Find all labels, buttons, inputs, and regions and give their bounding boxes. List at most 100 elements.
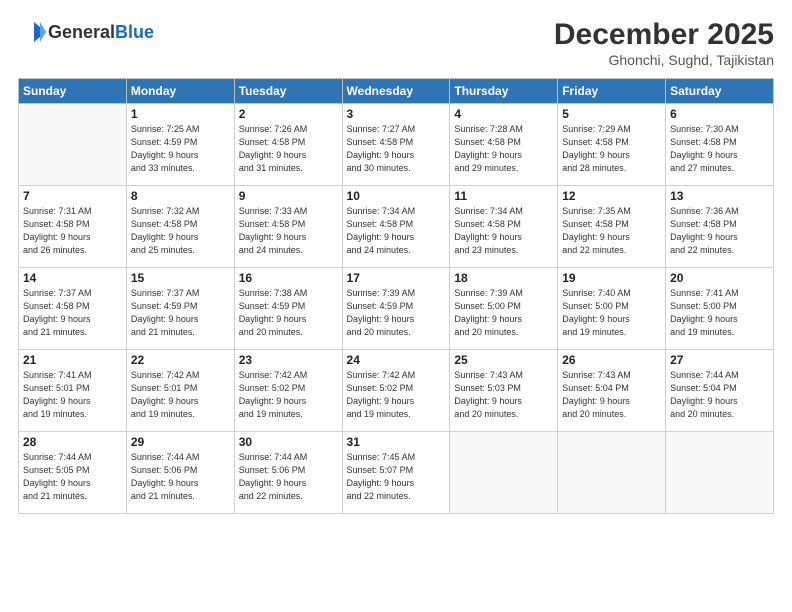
day-number: 7	[23, 189, 122, 203]
day-number: 1	[131, 107, 230, 121]
day-info: Sunrise: 7:31 AMSunset: 4:58 PMDaylight:…	[23, 205, 122, 257]
calendar-cell: 18 Sunrise: 7:39 AMSunset: 5:00 PMDayligh…	[450, 268, 558, 350]
calendar-cell: 14 Sunrise: 7:37 AMSunset: 4:58 PMDayligh…	[19, 268, 127, 350]
weekday-header-friday: Friday	[558, 79, 666, 104]
day-info: Sunrise: 7:35 AMSunset: 4:58 PMDaylight:…	[562, 205, 661, 257]
calendar-cell	[666, 432, 774, 514]
day-number: 28	[23, 435, 122, 449]
day-number: 25	[454, 353, 553, 367]
day-number: 2	[239, 107, 338, 121]
calendar-cell: 10 Sunrise: 7:34 AMSunset: 4:58 PMDayligh…	[342, 186, 450, 268]
calendar-cell: 22Sunrise: 7:42 AMSunset: 5:01 PMDayligh…	[126, 350, 234, 432]
day-info: Sunrise: 7:45 AMSunset: 5:07 PMDaylight:…	[347, 451, 446, 503]
day-number: 11	[454, 189, 553, 203]
day-info: Sunrise: 7:38 AMSunset: 4:59 PMDaylight:…	[239, 287, 338, 339]
calendar-week-row: 7 Sunrise: 7:31 AMSunset: 4:58 PMDaylight…	[19, 186, 774, 268]
calendar-cell: 21 Sunrise: 7:41 AMSunset: 5:01 PMDayligh…	[19, 350, 127, 432]
day-info: Sunrise: 7:34 AMSunset: 4:58 PMDaylight:…	[454, 205, 553, 257]
day-info: Sunrise: 7:30 AMSunset: 4:58 PMDaylight:…	[670, 123, 769, 175]
day-info: Sunrise: 7:41 AMSunset: 5:01 PMDaylight:…	[23, 369, 122, 421]
day-info: Sunrise: 7:44 AMSunset: 5:06 PMDaylight:…	[131, 451, 230, 503]
day-info: Sunrise: 7:27 AMSunset: 4:58 PMDaylight:…	[347, 123, 446, 175]
day-number: 14	[23, 271, 122, 285]
day-info: Sunrise: 7:34 AMSunset: 4:58 PMDaylight:…	[347, 205, 446, 257]
header: GeneralBlue December 2025 Ghonchi, Sughd…	[18, 18, 774, 68]
calendar-cell	[450, 432, 558, 514]
calendar-cell: 25 Sunrise: 7:43 AMSunset: 5:03 PMDayligh…	[450, 350, 558, 432]
calendar-cell: 23Sunrise: 7:42 AMSunset: 5:02 PMDayligh…	[234, 350, 342, 432]
calendar-cell: 1 Sunrise: 7:25 AMSunset: 4:59 PMDaylight…	[126, 104, 234, 186]
day-number: 31	[347, 435, 446, 449]
calendar-cell: 8Sunrise: 7:32 AMSunset: 4:58 PMDaylight…	[126, 186, 234, 268]
day-number: 16	[239, 271, 338, 285]
logo-text: GeneralBlue	[48, 22, 154, 43]
day-info: Sunrise: 7:40 AMSunset: 5:00 PMDaylight:…	[562, 287, 661, 339]
calendar-cell: 20Sunrise: 7:41 AMSunset: 5:00 PMDayligh…	[666, 268, 774, 350]
day-info: Sunrise: 7:29 AMSunset: 4:58 PMDaylight:…	[562, 123, 661, 175]
calendar-cell: 11 Sunrise: 7:34 AMSunset: 4:58 PMDayligh…	[450, 186, 558, 268]
day-number: 18	[454, 271, 553, 285]
day-info: Sunrise: 7:39 AMSunset: 5:00 PMDaylight:…	[454, 287, 553, 339]
weekday-header-thursday: Thursday	[450, 79, 558, 104]
weekday-header-wednesday: Wednesday	[342, 79, 450, 104]
day-info: Sunrise: 7:43 AMSunset: 5:03 PMDaylight:…	[454, 369, 553, 421]
logo: GeneralBlue	[18, 18, 154, 46]
calendar-cell: 2 Sunrise: 7:26 AMSunset: 4:58 PMDaylight…	[234, 104, 342, 186]
day-number: 9	[239, 189, 338, 203]
day-info: Sunrise: 7:25 AMSunset: 4:59 PMDaylight:…	[131, 123, 230, 175]
day-number: 21	[23, 353, 122, 367]
day-info: Sunrise: 7:43 AMSunset: 5:04 PMDaylight:…	[562, 369, 661, 421]
logo-icon	[18, 18, 46, 46]
day-info: Sunrise: 7:36 AMSunset: 4:58 PMDaylight:…	[670, 205, 769, 257]
title-block: December 2025 Ghonchi, Sughd, Tajikistan	[554, 18, 774, 68]
calendar-week-row: 28 Sunrise: 7:44 AMSunset: 5:05 PMDayligh…	[19, 432, 774, 514]
calendar-header-row: SundayMondayTuesdayWednesdayThursdayFrid…	[19, 79, 774, 104]
day-number: 5	[562, 107, 661, 121]
calendar-cell: 5 Sunrise: 7:29 AMSunset: 4:58 PMDaylight…	[558, 104, 666, 186]
day-number: 29	[131, 435, 230, 449]
day-info: Sunrise: 7:44 AMSunset: 5:06 PMDaylight:…	[239, 451, 338, 503]
day-number: 24	[347, 353, 446, 367]
calendar-cell: 26 Sunrise: 7:43 AMSunset: 5:04 PMDayligh…	[558, 350, 666, 432]
day-info: Sunrise: 7:28 AMSunset: 4:58 PMDaylight:…	[454, 123, 553, 175]
day-number: 6	[670, 107, 769, 121]
day-number: 27	[670, 353, 769, 367]
day-number: 13	[670, 189, 769, 203]
calendar-cell: 19 Sunrise: 7:40 AMSunset: 5:00 PMDayligh…	[558, 268, 666, 350]
day-number: 17	[347, 271, 446, 285]
day-info: Sunrise: 7:39 AMSunset: 4:59 PMDaylight:…	[347, 287, 446, 339]
calendar-cell: 3Sunrise: 7:27 AMSunset: 4:58 PMDaylight…	[342, 104, 450, 186]
weekday-header-monday: Monday	[126, 79, 234, 104]
day-info: Sunrise: 7:44 AMSunset: 5:05 PMDaylight:…	[23, 451, 122, 503]
calendar-cell: 6 Sunrise: 7:30 AMSunset: 4:58 PMDaylight…	[666, 104, 774, 186]
day-info: Sunrise: 7:42 AMSunset: 5:02 PMDaylight:…	[239, 369, 338, 421]
calendar-week-row: 21 Sunrise: 7:41 AMSunset: 5:01 PMDayligh…	[19, 350, 774, 432]
day-info: Sunrise: 7:37 AMSunset: 4:58 PMDaylight:…	[23, 287, 122, 339]
calendar-cell: 28 Sunrise: 7:44 AMSunset: 5:05 PMDayligh…	[19, 432, 127, 514]
logo-blue: Blue	[115, 22, 154, 42]
calendar-cell: 24 Sunrise: 7:42 AMSunset: 5:02 PMDayligh…	[342, 350, 450, 432]
day-info: Sunrise: 7:42 AMSunset: 5:01 PMDaylight:…	[131, 369, 230, 421]
day-info: Sunrise: 7:37 AMSunset: 4:59 PMDaylight:…	[131, 287, 230, 339]
calendar-cell: 30 Sunrise: 7:44 AMSunset: 5:06 PMDayligh…	[234, 432, 342, 514]
day-number: 15	[131, 271, 230, 285]
day-info: Sunrise: 7:42 AMSunset: 5:02 PMDaylight:…	[347, 369, 446, 421]
day-number: 20	[670, 271, 769, 285]
day-number: 26	[562, 353, 661, 367]
calendar-cell: 27Sunrise: 7:44 AMSunset: 5:04 PMDayligh…	[666, 350, 774, 432]
calendar-cell: 16 Sunrise: 7:38 AMSunset: 4:59 PMDayligh…	[234, 268, 342, 350]
calendar-cell: 9Sunrise: 7:33 AMSunset: 4:58 PMDaylight…	[234, 186, 342, 268]
day-number: 19	[562, 271, 661, 285]
calendar-cell: 31 Sunrise: 7:45 AMSunset: 5:07 PMDayligh…	[342, 432, 450, 514]
calendar-cell	[19, 104, 127, 186]
calendar-week-row: 1 Sunrise: 7:25 AMSunset: 4:59 PMDaylight…	[19, 104, 774, 186]
day-number: 30	[239, 435, 338, 449]
day-number: 12	[562, 189, 661, 203]
calendar-cell: 17 Sunrise: 7:39 AMSunset: 4:59 PMDayligh…	[342, 268, 450, 350]
day-number: 10	[347, 189, 446, 203]
day-info: Sunrise: 7:32 AMSunset: 4:58 PMDaylight:…	[131, 205, 230, 257]
day-number: 4	[454, 107, 553, 121]
calendar-week-row: 14 Sunrise: 7:37 AMSunset: 4:58 PMDayligh…	[19, 268, 774, 350]
weekday-header-saturday: Saturday	[666, 79, 774, 104]
day-info: Sunrise: 7:26 AMSunset: 4:58 PMDaylight:…	[239, 123, 338, 175]
